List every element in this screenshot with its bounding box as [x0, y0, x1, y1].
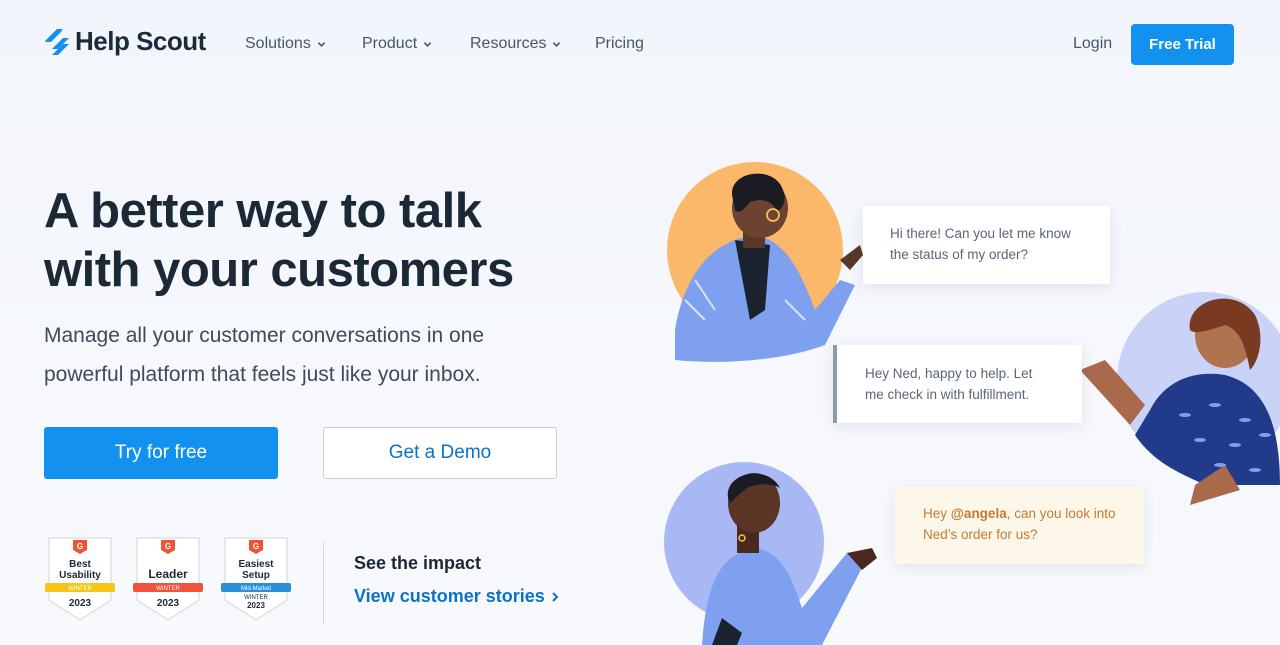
top-nav: Help Scout Solutions Product Resources P…	[0, 0, 1280, 88]
chat-bubble-agent-reply: Hey Ned, happy to help. Let me check in …	[833, 345, 1082, 423]
illustration-person-ned	[667, 162, 863, 362]
hero-subtitle: Manage all your customer conversations i…	[44, 316, 564, 394]
hero-title-line1: A better way to talk	[44, 184, 482, 238]
badge2-line1: Leader	[148, 567, 188, 581]
hero-title: A better way to talk with your customers	[44, 182, 604, 300]
nav-product-label: Product	[362, 35, 418, 52]
g2-badge-best-usability: G Best Usability WINTER 2023	[45, 537, 115, 621]
badge1-year: 2023	[69, 598, 92, 609]
chevron-down-icon	[317, 41, 326, 47]
divider	[323, 542, 324, 624]
hero-subtitle-line2: powerful platform that feels just like y…	[44, 363, 481, 386]
badge3-year: 2023	[247, 601, 265, 610]
illustration-person-support	[664, 462, 877, 645]
badge2-ribbon: WINTER	[156, 586, 180, 592]
impact-title: See the impact	[354, 553, 482, 573]
nav-pricing[interactable]: Pricing	[595, 35, 644, 53]
g2-badge-easiest-setup: G Easiest Setup Mid-Market WINTER 2023	[221, 537, 291, 621]
impact-link-label: View customer stories	[354, 586, 545, 606]
chevron-right-icon	[552, 591, 559, 602]
hero-subtitle-line1: Manage all your customer conversations i…	[44, 324, 485, 347]
login-link[interactable]: Login	[1073, 35, 1112, 53]
badge1-line1: Best	[69, 559, 91, 570]
badge1-ribbon: WINTER	[68, 586, 92, 592]
svg-text:G: G	[165, 542, 171, 551]
badge3-line1: Easiest	[238, 559, 274, 570]
svg-text:G: G	[77, 542, 83, 551]
help-scout-logo-icon	[45, 28, 69, 55]
try-for-free-button[interactable]: Try for free	[44, 427, 278, 479]
badge1-line2: Usability	[59, 570, 101, 581]
logo-text: Help Scout	[75, 26, 206, 56]
badge3-line2: Setup	[242, 570, 270, 581]
free-trial-button[interactable]: Free Trial	[1131, 24, 1234, 65]
get-a-demo-button[interactable]: Get a Demo	[323, 427, 557, 479]
hero-title-line2: with your customers	[44, 243, 514, 297]
chevron-down-icon	[553, 41, 561, 47]
nav-solutions[interactable]: Solutions	[245, 35, 326, 53]
nav-solutions-label: Solutions	[245, 35, 311, 52]
nav-resources-label: Resources	[470, 35, 547, 52]
badge2-year: 2023	[157, 598, 180, 609]
logo[interactable]: Help Scout	[43, 26, 206, 57]
note-prefix: Hey	[923, 506, 951, 521]
chevron-down-icon	[423, 41, 432, 47]
badge3-ribbon: Mid-Market	[241, 586, 271, 592]
g2-badge-leader: G Leader WINTER 2023	[133, 537, 203, 621]
svg-text:G: G	[253, 542, 259, 551]
illustration-person-angela	[1080, 292, 1280, 505]
view-customer-stories-link[interactable]: View customer stories	[354, 586, 559, 607]
nav-pricing-label: Pricing	[595, 35, 644, 52]
nav-product[interactable]: Product	[362, 35, 432, 53]
chat-bubble-customer: Hi there! Can you let me know the status…	[863, 206, 1110, 284]
mention-angela: @angela	[950, 506, 1007, 521]
chat-bubble-internal-note: Hey @angela, can you look into Ned’s ord…	[895, 486, 1144, 564]
nav-resources[interactable]: Resources	[470, 35, 561, 53]
